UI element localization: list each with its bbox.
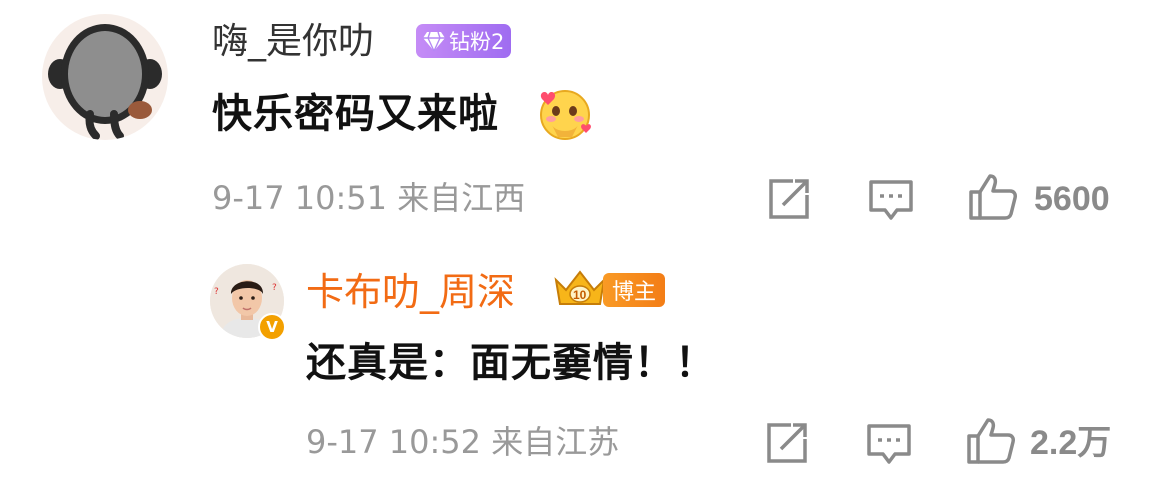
comment-icon[interactable] (868, 178, 914, 224)
comment-text: 快乐密码又来啦 (212, 91, 499, 137)
comment-icon[interactable] (866, 422, 912, 468)
blogger-badge[interactable]: 博主 (603, 273, 666, 307)
shy-face-emoji-icon (540, 90, 591, 140)
like-count: 5600 (1034, 180, 1110, 218)
reply-text: 还真是：面无嫑情！！ (306, 340, 716, 386)
commenter-avatar[interactable] (42, 14, 168, 140)
reply-timestamp-location: 9-17 10:52 来自江苏 (306, 423, 620, 461)
diamond-icon (423, 31, 445, 52)
verified-badge: V (258, 313, 286, 341)
fan-badge-label: 钻粉2 (449, 30, 505, 54)
svg-text:?: ? (214, 287, 219, 297)
avatar-cartoon-image (48, 24, 162, 140)
thumbs-up-icon[interactable] (966, 416, 1016, 466)
fan-level-badge[interactable]: 钻粉2 (416, 24, 512, 58)
share-edit-icon[interactable] (764, 420, 810, 466)
crown-level-icon: 10 (554, 270, 606, 305)
thumbs-up-icon[interactable] (968, 172, 1018, 222)
reply-like-count: 2.2万 (1030, 424, 1112, 462)
svg-text:10: 10 (573, 288, 587, 302)
reply-author-username[interactable]: 卡布叻_周深 (306, 268, 515, 316)
svg-text:?: ? (272, 283, 277, 293)
comment-timestamp-location: 9-17 10:51 来自江西 (212, 179, 526, 217)
commenter-username[interactable]: 嗨_是你叻 (212, 19, 374, 65)
share-edit-icon[interactable] (766, 176, 812, 222)
